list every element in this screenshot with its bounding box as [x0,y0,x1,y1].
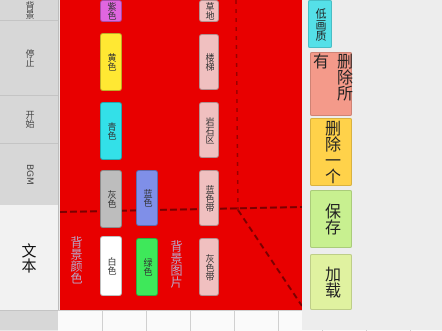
load-button[interactable]: 加载 [310,254,352,310]
image-chip-blue-band[interactable]: 蓝色带 [199,170,219,226]
color-chip-yellow-label: 黄色 [105,53,116,71]
image-chip-stairs[interactable]: 楼梯 [199,34,219,90]
delete-all-button-label: 删除所有 [310,53,353,101]
color-chip-green-label: 绿色 [141,258,152,276]
image-chip-grass[interactable]: 草地 [199,0,219,22]
low-quality-button-label: 低画质 [314,7,327,41]
sidebar-tabs: 背景 停止 开始 BGM 文本 [0,0,59,330]
tab-start[interactable]: 开始 [0,95,58,144]
tab-background[interactable]: 背景 [0,0,58,21]
color-chip-blue[interactable]: 蓝色 [136,170,158,226]
tab-bgm[interactable]: BGM [0,143,58,206]
delete-all-button[interactable]: 删除所有 [310,52,353,116]
image-chip-blue-band-label: 蓝色带 [203,184,214,212]
color-chip-gray-label: 灰色 [105,190,116,208]
grid-divider [190,311,191,331]
color-chip-yellow[interactable]: 黄色 [100,33,122,91]
grid-divider [146,311,147,331]
image-chip-stairs-label: 楼梯 [203,53,214,71]
editor-canvas[interactable]: 背景颜色 背景图片 白色 灰色 青色 黄色 紫色 绿色 蓝色 灰色带 蓝色带 岩… [60,0,302,310]
low-quality-button[interactable]: 低画质 [308,0,332,48]
delete-one-button-label: 删除一个 [322,120,341,184]
grid-divider [102,311,103,331]
tab-text[interactable]: 文本 [0,205,58,311]
color-chip-white[interactable]: 白色 [100,236,122,296]
image-chip-gray-band-label: 灰色带 [203,253,214,281]
tab-background-label: 背景 [23,1,34,19]
color-chip-white-label: 白色 [105,257,116,275]
save-button[interactable]: 保存 [310,190,352,248]
tab-bgm-label: BGM [24,163,34,185]
image-chip-grass-label: 草地 [203,2,214,20]
section-background-image-label: 背景图片 [169,240,183,288]
section-background-color-label: 背景颜色 [69,236,83,284]
tab-stop-label: 停止 [23,48,34,67]
image-chip-rock-area[interactable]: 岩石区 [199,102,219,158]
color-chip-blue-label: 蓝色 [141,189,152,207]
image-chip-rock-area-label: 岩石区 [203,116,214,144]
tab-stop[interactable]: 停止 [0,20,58,96]
load-button-label: 加载 [322,266,341,298]
grid-divider [278,311,279,331]
image-chip-gray-band[interactable]: 灰色带 [199,238,219,296]
color-chip-gray[interactable]: 灰色 [100,170,122,228]
delete-one-button[interactable]: 删除一个 [310,118,352,186]
color-chip-green[interactable]: 绿色 [136,238,158,296]
color-chip-cyan[interactable]: 青色 [100,102,122,160]
color-chip-purple[interactable]: 紫色 [100,0,122,22]
tab-text-label: 文本 [19,242,38,273]
save-button-label: 保存 [322,203,341,235]
color-chip-purple-label: 紫色 [105,2,116,20]
tab-start-label: 开始 [23,110,34,128]
action-panel: 加载 保存 删除一个 删除所有 低画质 [302,0,442,330]
grid-divider [234,311,235,331]
color-chip-cyan-label: 青色 [105,122,116,140]
